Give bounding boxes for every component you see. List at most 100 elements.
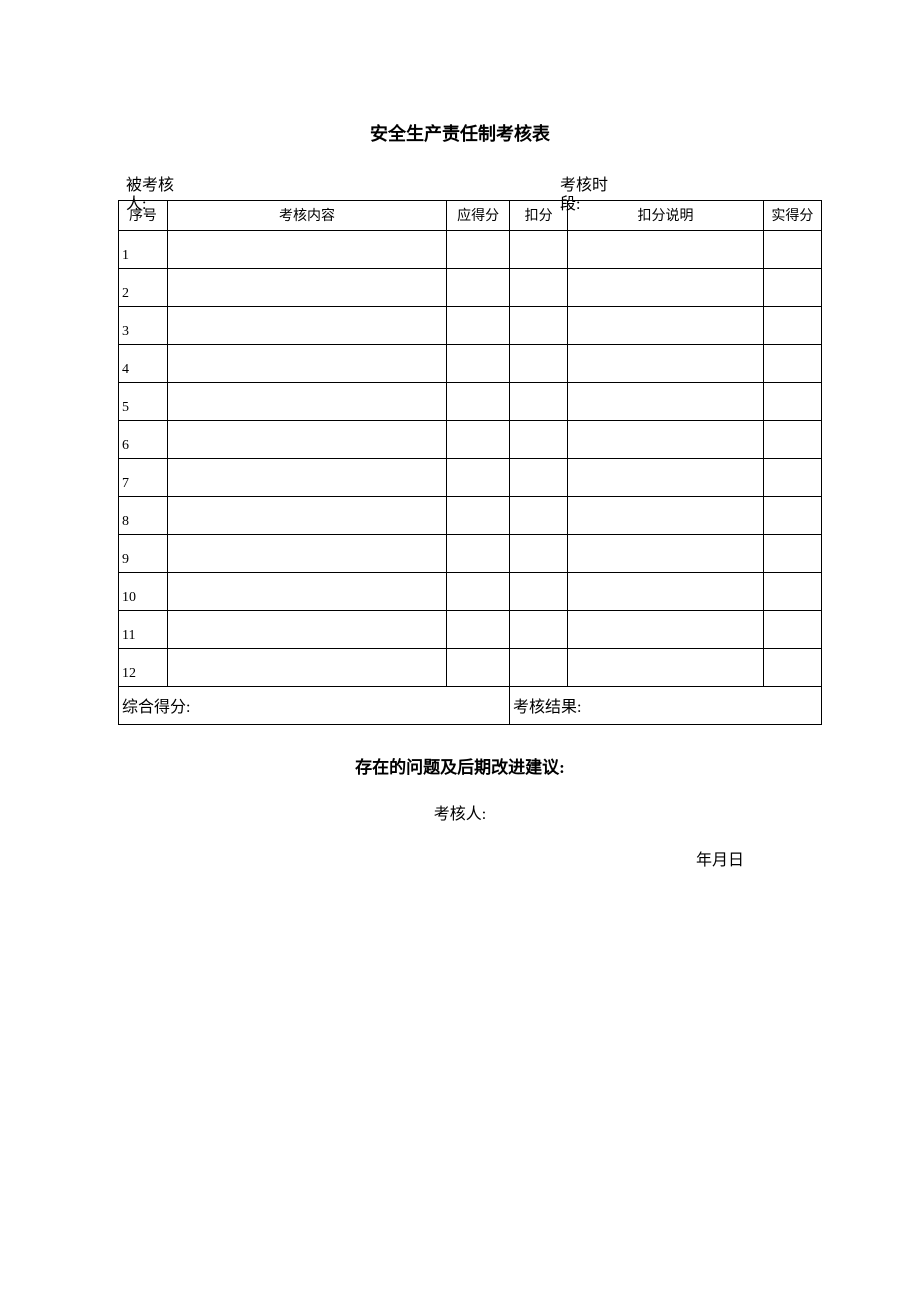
document-page: 安全生产责任制考核表 被考核 人: 考核时 段: 序号 考核内容 bbox=[0, 0, 920, 870]
cell-expected bbox=[447, 611, 510, 649]
cell-content bbox=[167, 459, 446, 497]
cell-deduct bbox=[510, 535, 568, 573]
date-label: 年月日 bbox=[118, 846, 802, 870]
cell-actual bbox=[763, 269, 821, 307]
period-line2: 段: bbox=[560, 196, 580, 213]
cell-seq: 11 bbox=[119, 611, 168, 649]
cell-expected bbox=[447, 459, 510, 497]
cell-explain bbox=[568, 231, 764, 269]
cell-actual bbox=[763, 421, 821, 459]
cell-actual bbox=[763, 497, 821, 535]
cell-seq: 1 bbox=[119, 231, 168, 269]
cell-actual bbox=[763, 611, 821, 649]
cell-seq: 12 bbox=[119, 649, 168, 687]
assessment-table-container: 序号 考核内容 应得分 扣分 扣分说明 实得分 123456789101112 … bbox=[118, 200, 822, 725]
cell-explain bbox=[568, 573, 764, 611]
cell-content bbox=[167, 421, 446, 459]
result-cell: 考核结果: bbox=[510, 687, 822, 725]
assessor-label: 考核人: bbox=[118, 800, 802, 824]
cell-explain bbox=[568, 497, 764, 535]
cell-seq: 6 bbox=[119, 421, 168, 459]
cell-expected bbox=[447, 573, 510, 611]
cell-actual bbox=[763, 383, 821, 421]
cell-deduct bbox=[510, 573, 568, 611]
table-row: 8 bbox=[119, 497, 822, 535]
cell-seq: 8 bbox=[119, 497, 168, 535]
cell-seq: 4 bbox=[119, 345, 168, 383]
cell-actual bbox=[763, 307, 821, 345]
cell-content bbox=[167, 383, 446, 421]
cell-expected bbox=[447, 497, 510, 535]
cell-deduct bbox=[510, 269, 568, 307]
cell-content bbox=[167, 307, 446, 345]
cell-deduct bbox=[510, 649, 568, 687]
cell-content bbox=[167, 611, 446, 649]
cell-content bbox=[167, 535, 446, 573]
cell-expected bbox=[447, 307, 510, 345]
table-row: 10 bbox=[119, 573, 822, 611]
cell-actual bbox=[763, 649, 821, 687]
cell-seq: 5 bbox=[119, 383, 168, 421]
cell-deduct bbox=[510, 345, 568, 383]
table-row: 9 bbox=[119, 535, 822, 573]
cell-explain bbox=[568, 611, 764, 649]
cell-seq: 7 bbox=[119, 459, 168, 497]
cell-actual bbox=[763, 345, 821, 383]
cell-expected bbox=[447, 269, 510, 307]
assessed-person-line1: 被考核 bbox=[126, 177, 174, 194]
table-row: 4 bbox=[119, 345, 822, 383]
suggestion-heading: 存在的问题及后期改进建议: bbox=[118, 753, 802, 778]
meta-row: 被考核 人: 考核时 段: bbox=[118, 176, 802, 214]
cell-content bbox=[167, 649, 446, 687]
cell-deduct bbox=[510, 459, 568, 497]
page-title: 安全生产责任制考核表 bbox=[118, 120, 802, 146]
cell-seq: 10 bbox=[119, 573, 168, 611]
assessment-period-label: 考核时 段: bbox=[560, 176, 608, 214]
cell-explain bbox=[568, 459, 764, 497]
cell-expected bbox=[447, 535, 510, 573]
cell-explain bbox=[568, 649, 764, 687]
cell-explain bbox=[568, 421, 764, 459]
cell-actual bbox=[763, 535, 821, 573]
cell-actual bbox=[763, 459, 821, 497]
cell-seq: 2 bbox=[119, 269, 168, 307]
cell-content bbox=[167, 345, 446, 383]
cell-explain bbox=[568, 535, 764, 573]
cell-seq: 9 bbox=[119, 535, 168, 573]
assessed-person-label: 被考核 人: bbox=[126, 176, 174, 214]
summary-row: 综合得分: 考核结果: bbox=[119, 687, 822, 725]
cell-expected bbox=[447, 345, 510, 383]
cell-expected bbox=[447, 383, 510, 421]
period-line1: 考核时 bbox=[560, 177, 608, 194]
table-row: 1 bbox=[119, 231, 822, 269]
cell-explain bbox=[568, 307, 764, 345]
table-row: 12 bbox=[119, 649, 822, 687]
cell-content bbox=[167, 497, 446, 535]
cell-actual bbox=[763, 573, 821, 611]
table-row: 6 bbox=[119, 421, 822, 459]
cell-content bbox=[167, 573, 446, 611]
assessed-person-line2: 人: bbox=[126, 196, 146, 213]
cell-explain bbox=[568, 345, 764, 383]
table-row: 7 bbox=[119, 459, 822, 497]
table-row: 2 bbox=[119, 269, 822, 307]
cell-actual bbox=[763, 231, 821, 269]
cell-seq: 3 bbox=[119, 307, 168, 345]
cell-expected bbox=[447, 421, 510, 459]
total-score-cell: 综合得分: bbox=[119, 687, 510, 725]
cell-expected bbox=[447, 231, 510, 269]
table-row: 11 bbox=[119, 611, 822, 649]
cell-explain bbox=[568, 269, 764, 307]
cell-content bbox=[167, 269, 446, 307]
cell-deduct bbox=[510, 421, 568, 459]
cell-deduct bbox=[510, 611, 568, 649]
assessment-table: 序号 考核内容 应得分 扣分 扣分说明 实得分 123456789101112 … bbox=[118, 200, 822, 725]
table-row: 3 bbox=[119, 307, 822, 345]
cell-expected bbox=[447, 649, 510, 687]
table-row: 5 bbox=[119, 383, 822, 421]
cell-deduct bbox=[510, 497, 568, 535]
cell-deduct bbox=[510, 383, 568, 421]
cell-explain bbox=[568, 383, 764, 421]
cell-deduct bbox=[510, 231, 568, 269]
cell-content bbox=[167, 231, 446, 269]
